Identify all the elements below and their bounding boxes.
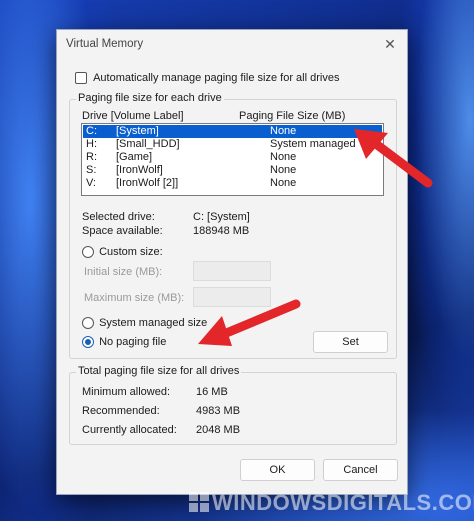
minimum-allowed-label: Minimum allowed: — [82, 386, 171, 398]
drive-paging-size: None — [270, 164, 297, 176]
drive-letter: H: — [86, 138, 97, 150]
no-paging-label: No paging file — [99, 336, 167, 349]
drive-row[interactable]: C: [System] None — [83, 125, 382, 138]
recommended-value: 4983 MB — [196, 405, 241, 417]
drive-paging-size: None — [270, 125, 297, 137]
space-available-label: Space available: — [82, 225, 163, 237]
selected-drive-label: Selected drive: — [82, 211, 155, 223]
system-managed-label: System managed size — [99, 317, 208, 330]
drive-volume-label: [System] — [116, 125, 159, 137]
no-paging-radio[interactable] — [82, 336, 94, 349]
system-managed-option[interactable]: System managed size — [82, 317, 208, 330]
window-title: Virtual Memory — [66, 38, 144, 50]
drive-paging-size: None — [270, 177, 297, 189]
custom-size-label: Custom size: — [99, 246, 163, 259]
maximum-size-label: Maximum size (MB): — [84, 292, 185, 304]
drive-paging-size: System managed — [270, 138, 356, 150]
drive-row[interactable]: H: [Small_HDD] System managed — [83, 138, 382, 151]
currently-allocated-value: 2048 MB — [196, 424, 241, 436]
initial-size-label: Initial size (MB): — [84, 266, 163, 278]
total-group-label: Total paging file size for all drives — [76, 365, 242, 377]
set-button[interactable]: Set — [313, 331, 388, 353]
auto-manage-row[interactable]: Automatically manage paging file size fo… — [75, 72, 340, 85]
initial-size-input[interactable] — [193, 261, 271, 281]
column-header-drive: Drive [Volume Label] — [82, 110, 184, 122]
selected-drive-value: C: [System] — [193, 211, 250, 223]
currently-allocated-label: Currently allocated: — [82, 424, 177, 436]
system-managed-radio[interactable] — [82, 317, 94, 330]
auto-manage-checkbox[interactable] — [75, 72, 87, 85]
recommended-label: Recommended: — [82, 405, 160, 417]
space-available-value: 188948 MB — [193, 225, 250, 237]
drive-volume-label: [IronWolf] — [116, 164, 163, 176]
watermark-text: WINDOWSDIGITALS.COM — [212, 490, 474, 515]
drive-list[interactable]: C: [System] None H: [Small_HDD] System m… — [81, 123, 384, 196]
auto-manage-label: Automatically manage paging file size fo… — [93, 72, 340, 85]
paging-group-label: Paging file size for each drive — [76, 92, 224, 104]
drive-volume-label: [Game] — [116, 151, 153, 163]
ok-button[interactable]: OK — [240, 459, 315, 481]
minimum-allowed-value: 16 MB — [196, 386, 228, 398]
windows-logo-icon — [189, 492, 209, 512]
drive-row[interactable]: R: [Game] None — [83, 151, 382, 164]
drive-volume-label: [IronWolf [2]] — [116, 177, 179, 189]
cancel-button[interactable]: Cancel — [323, 459, 398, 481]
title-bar: Virtual Memory ✕ — [57, 30, 407, 58]
custom-size-option[interactable]: Custom size: — [82, 246, 163, 259]
drive-letter: V: — [86, 177, 96, 189]
drive-volume-label: [Small_HDD] — [116, 138, 180, 150]
maximum-size-input[interactable] — [193, 287, 271, 307]
drive-paging-size: None — [270, 151, 297, 163]
drive-row[interactable]: V: [IronWolf [2]] None — [83, 177, 382, 190]
drive-letter: S: — [86, 164, 97, 176]
drive-letter: C: — [86, 125, 97, 137]
no-paging-option[interactable]: No paging file — [82, 336, 167, 349]
drive-letter: R: — [86, 151, 97, 163]
virtual-memory-dialog: Virtual Memory ✕ Automatically manage pa… — [56, 29, 408, 495]
column-header-size: Paging File Size (MB) — [239, 110, 346, 122]
drive-row[interactable]: S: [IronWolf] None — [83, 164, 382, 177]
custom-size-radio[interactable] — [82, 246, 94, 259]
close-icon[interactable]: ✕ — [381, 35, 399, 53]
